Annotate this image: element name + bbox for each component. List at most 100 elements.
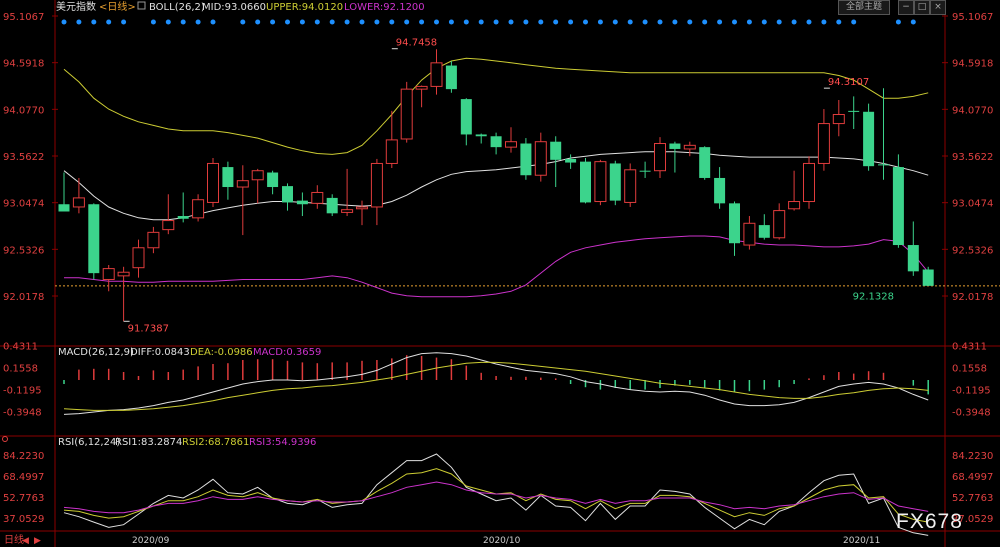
symbol-name: 美元指数 bbox=[56, 0, 96, 13]
rsi-label-left: 68.4997 bbox=[3, 472, 44, 483]
candle-body bbox=[72, 197, 85, 208]
rsi3-value: RSI3:54.9396 bbox=[249, 437, 316, 448]
candle-body bbox=[192, 199, 205, 219]
rsi-label-right: 84.2230 bbox=[952, 451, 993, 462]
candle-body bbox=[222, 167, 234, 188]
candle-body bbox=[505, 141, 517, 148]
candle-body bbox=[907, 245, 919, 272]
boll-lower-value: LOWER:92.1200 bbox=[344, 2, 425, 13]
boll-mid-value: MID:93.0660 bbox=[202, 2, 266, 13]
event-dot bbox=[717, 19, 723, 25]
event-dot bbox=[255, 19, 261, 25]
theme-button[interactable]: 全部主题 bbox=[838, 0, 890, 15]
candle-body bbox=[669, 143, 681, 149]
rsi-name: RSI(6,12,24) bbox=[58, 437, 120, 448]
candle-body bbox=[683, 144, 696, 150]
event-dot bbox=[106, 19, 112, 25]
price-label-left: 93.5622 bbox=[3, 152, 44, 163]
candle-body bbox=[565, 158, 577, 163]
candle-body bbox=[162, 220, 175, 231]
candle-body bbox=[773, 210, 786, 239]
watermark: FX678 bbox=[896, 510, 963, 533]
macd-label-left: 0.4311 bbox=[3, 342, 38, 353]
candle-body bbox=[267, 172, 279, 188]
candle-body bbox=[177, 216, 189, 219]
event-dot bbox=[776, 19, 782, 25]
event-dot bbox=[61, 19, 67, 25]
price-label-right: 95.1067 bbox=[952, 12, 993, 23]
candle-body bbox=[475, 134, 487, 137]
candle-body bbox=[624, 169, 637, 203]
macd-dea-line bbox=[63, 361, 929, 411]
candle-body bbox=[251, 170, 264, 181]
event-dot bbox=[299, 19, 305, 25]
candle-body bbox=[609, 163, 621, 201]
candle-body bbox=[580, 161, 591, 203]
candle-body bbox=[817, 123, 830, 164]
event-dot bbox=[895, 19, 901, 25]
event-dot bbox=[627, 19, 633, 25]
candle-body bbox=[236, 180, 249, 188]
boll-toggle-icon[interactable] bbox=[137, 1, 146, 10]
macd-macd-value: MACD:0.3659 bbox=[253, 347, 321, 358]
x-tick-sep: 2020/09 bbox=[132, 536, 170, 546]
candle-body bbox=[729, 203, 740, 244]
event-dot bbox=[240, 19, 246, 25]
event-dot bbox=[702, 19, 708, 25]
rsi3-line bbox=[63, 481, 929, 514]
candle-body bbox=[699, 147, 711, 178]
price-label-right: 93.5622 bbox=[952, 152, 993, 163]
event-dot bbox=[612, 19, 618, 25]
macd-dea-value: DEA:-0.0986 bbox=[190, 347, 253, 358]
event-dot bbox=[553, 19, 559, 25]
rsi-pane bbox=[63, 453, 929, 536]
prev-arrow-icon[interactable]: ◀ bbox=[22, 536, 29, 546]
candle-body bbox=[117, 271, 130, 277]
annotation-label: 91.7387 bbox=[128, 323, 169, 334]
candle-body bbox=[550, 141, 562, 160]
event-dot bbox=[687, 19, 693, 25]
candle-body bbox=[88, 204, 100, 274]
annotation-label: 94.7458 bbox=[396, 38, 437, 49]
window-close-button[interactable]: × bbox=[930, 0, 946, 15]
price-label-left: 95.1067 bbox=[3, 12, 44, 23]
event-dot bbox=[910, 19, 916, 25]
event-dot bbox=[821, 19, 827, 25]
candle-body bbox=[311, 191, 324, 204]
candle-body bbox=[58, 204, 70, 212]
rsi2-line bbox=[63, 468, 929, 523]
price-label-left: 93.0474 bbox=[3, 199, 44, 210]
candle-body bbox=[430, 62, 443, 87]
candle-body bbox=[788, 201, 801, 210]
candle-body bbox=[878, 164, 889, 166]
window-maximize-button[interactable]: □ bbox=[914, 0, 930, 15]
macd-label-right: -0.1195 bbox=[952, 386, 991, 397]
boll-bands bbox=[63, 57, 929, 298]
event-dot bbox=[732, 19, 737, 25]
price-label-right: 94.0770 bbox=[952, 105, 993, 116]
event-dot bbox=[642, 19, 648, 25]
candle-body bbox=[594, 161, 607, 203]
candle-body bbox=[892, 167, 904, 246]
next-arrow-icon[interactable]: ▶ bbox=[34, 536, 41, 546]
macd-label-right: 0.1558 bbox=[952, 364, 987, 375]
rsi-marker-icon bbox=[2, 436, 8, 442]
period-label: <日线> bbox=[99, 0, 136, 13]
rsi-label-left: 37.0529 bbox=[3, 514, 44, 525]
event-dot bbox=[359, 19, 365, 25]
candlesticks: 94.7458 91.7387 94.3107 92.1328 bbox=[58, 38, 934, 334]
event-dot bbox=[404, 19, 410, 25]
rsi-label-right: 52.7763 bbox=[952, 493, 993, 504]
macd-label-left: -0.1195 bbox=[3, 386, 42, 397]
bottom-period-label[interactable]: 日线 bbox=[4, 533, 24, 546]
price-label-left: 92.5326 bbox=[3, 245, 44, 256]
chart-canvas[interactable]: 95.1067 95.1067 94.5918 94.5918 94.0770 94.07… bbox=[0, 0, 1000, 547]
event-dot bbox=[121, 19, 127, 25]
boll-lower-line bbox=[64, 235, 929, 298]
window-minimize-button[interactable]: − bbox=[898, 0, 914, 15]
event-dot bbox=[210, 19, 216, 25]
candle-body bbox=[102, 268, 115, 280]
candle-body bbox=[520, 143, 532, 176]
event-dot bbox=[344, 19, 350, 25]
event-dot bbox=[761, 19, 767, 25]
